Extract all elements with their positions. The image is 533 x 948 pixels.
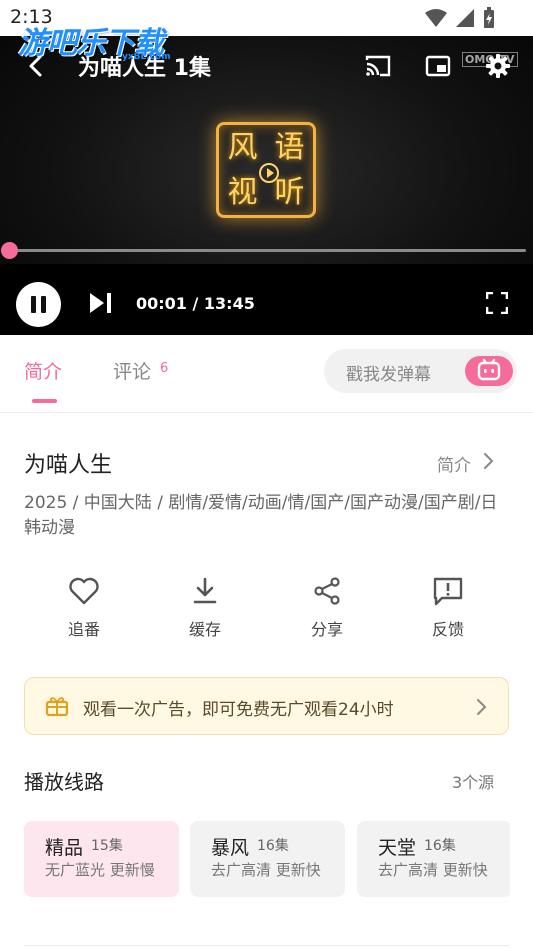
source-list: 精品 15集 无广蓝光 更新慢 暴风 16集 去广高清 更新快 天堂 16集 去… bbox=[24, 821, 510, 897]
source-card[interactable]: 天堂 16集 去广高清 更新快 bbox=[357, 821, 510, 897]
seal-play-icon bbox=[259, 163, 279, 183]
source-name: 精品 bbox=[45, 837, 84, 859]
intro-link[interactable]: 简介 bbox=[437, 451, 471, 476]
share-button[interactable]: 分享 bbox=[282, 572, 372, 640]
show-meta: 2025 / 中国大陆 / 剧情/爱情/动画/情/国产/国产动漫/国产剧/日韩动… bbox=[24, 493, 498, 538]
pause-icon bbox=[41, 296, 46, 313]
source-episodes: 16集 bbox=[424, 838, 456, 854]
danmaku-robot-icon bbox=[477, 358, 501, 381]
pause-icon bbox=[31, 296, 36, 313]
divider bbox=[24, 945, 509, 946]
play-route-title: 播放线路 bbox=[24, 770, 104, 794]
cast-icon[interactable] bbox=[364, 52, 392, 80]
action-label: 反馈 bbox=[431, 620, 464, 639]
video-player[interactable]: 为喵人生 1集 OMO TV 风 语 视 听 00:01 / 13:45 bbox=[0, 36, 533, 335]
route-count: 3个源 bbox=[452, 773, 495, 792]
progress-bar[interactable] bbox=[0, 242, 526, 259]
source-name: 天堂 bbox=[378, 837, 417, 859]
action-row: 追番 缓存 分享 反馈 bbox=[0, 572, 533, 652]
source-card[interactable]: 精品 15集 无广蓝光 更新慢 bbox=[24, 821, 179, 897]
heart-icon bbox=[69, 577, 99, 605]
video-logo-seal: 风 语 视 听 bbox=[216, 122, 316, 218]
playback-time: 00:01 / 13:45 bbox=[136, 294, 255, 313]
wifi-icon bbox=[425, 9, 447, 27]
follow-button[interactable]: 追番 bbox=[39, 572, 129, 640]
share-icon bbox=[314, 577, 340, 605]
action-label: 分享 bbox=[310, 620, 343, 639]
source-episodes: 16集 bbox=[257, 838, 289, 854]
cache-button[interactable]: 缓存 bbox=[160, 572, 250, 640]
chevron-right-icon bbox=[477, 699, 487, 715]
source-card[interactable]: 暴风 16集 去广高清 更新快 bbox=[190, 821, 345, 897]
picture-in-picture-icon[interactable] bbox=[424, 52, 452, 80]
ad-free-banner[interactable]: 观看一次广告，即可免费无广观看24小时 bbox=[24, 677, 509, 735]
progress-thumb[interactable] bbox=[0, 242, 18, 259]
signal-icon bbox=[456, 9, 474, 27]
comment-count-badge: 6 bbox=[160, 361, 169, 376]
feedback-icon bbox=[433, 577, 463, 606]
show-title: 为喵人生 bbox=[24, 453, 113, 478]
detail-tabs: 简介 评论 6 戳我发弹幕 bbox=[0, 335, 533, 413]
seal-char: 语 bbox=[274, 129, 305, 165]
seal-char: 风 bbox=[227, 129, 258, 165]
site-watermark-sub: yxBL.com bbox=[122, 52, 171, 62]
danmaku-send-button[interactable] bbox=[465, 356, 513, 386]
fullscreen-icon[interactable] bbox=[486, 292, 508, 314]
gear-icon[interactable] bbox=[484, 52, 512, 80]
source-desc: 去广高清 更新快 bbox=[211, 861, 321, 879]
feedback-button[interactable]: 反馈 bbox=[403, 572, 493, 640]
action-label: 缓存 bbox=[188, 620, 221, 639]
download-icon bbox=[193, 577, 217, 604]
gift-icon bbox=[45, 697, 69, 717]
chevron-right-icon[interactable] bbox=[480, 452, 496, 470]
tab-comments[interactable]: 评论 bbox=[113, 357, 151, 384]
danmaku-placeholder: 戳我发弹幕 bbox=[346, 365, 431, 385]
ad-banner-text: 观看一次广告，即可免费无广观看24小时 bbox=[83, 700, 394, 720]
source-desc: 去广高清 更新快 bbox=[378, 861, 488, 879]
pause-button[interactable] bbox=[16, 282, 61, 327]
danmaku-input[interactable]: 戳我发弹幕 bbox=[324, 349, 517, 393]
action-label: 追番 bbox=[67, 620, 100, 639]
status-icons bbox=[425, 7, 495, 29]
tab-intro[interactable]: 简介 bbox=[24, 357, 62, 384]
seal-char: 听 bbox=[274, 174, 305, 210]
next-episode-icon[interactable] bbox=[88, 292, 114, 314]
player-controls bbox=[0, 264, 533, 335]
source-episodes: 15集 bbox=[91, 838, 123, 854]
source-name: 暴风 bbox=[211, 837, 250, 859]
seal-char: 视 bbox=[227, 174, 258, 210]
source-desc: 无广蓝光 更新慢 bbox=[45, 861, 155, 879]
battery-icon bbox=[484, 7, 494, 28]
tab-active-indicator bbox=[32, 399, 57, 403]
